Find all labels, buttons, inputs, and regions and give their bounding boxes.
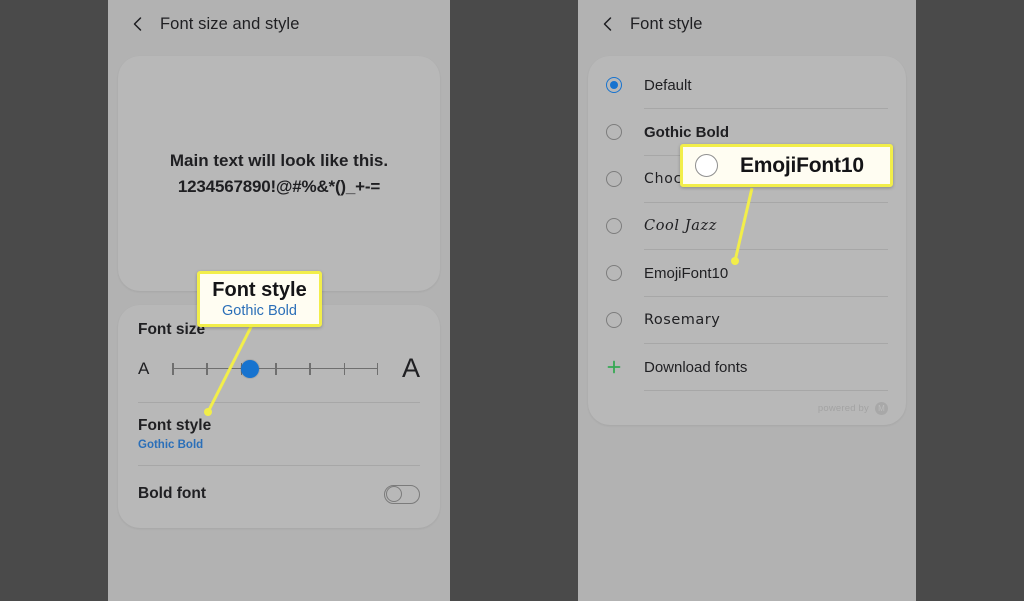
screenshot-root: Font size and style Main text will look … — [0, 0, 1024, 601]
radio-selected-icon[interactable] — [606, 77, 622, 93]
font-option-label: Gothic Bold — [644, 123, 729, 141]
bold-font-row[interactable]: Bold font — [118, 466, 440, 522]
font-option-emojifont10[interactable]: EmojiFont10 — [588, 250, 906, 296]
bold-font-label: Bold font — [138, 485, 207, 502]
slider-thumb[interactable] — [241, 359, 260, 378]
radio-unselected-icon[interactable] — [606, 171, 622, 187]
font-size-min-label: A — [138, 358, 150, 378]
font-style-label: Font style — [138, 417, 212, 434]
monotype-logo-icon: M — [875, 401, 888, 415]
right-panel-header: Font style — [578, 0, 916, 48]
slider-tick — [172, 362, 174, 375]
radio-unselected-icon[interactable] — [606, 312, 622, 328]
slider-tick — [206, 362, 208, 375]
left-page-title: Font size and style — [160, 14, 300, 33]
radio-unselected-icon[interactable] — [606, 124, 622, 140]
font-style-value: Gothic Bold — [138, 439, 204, 451]
toggle-knob — [386, 486, 402, 503]
font-option-label: Cool Jazz — [644, 218, 717, 234]
font-option-rosemary[interactable]: Rosemary — [588, 297, 906, 343]
font-style-row[interactable]: Font style Gothic Bold — [118, 403, 440, 465]
download-fonts-row[interactable]: Download fonts — [588, 344, 906, 390]
font-settings-card: Font size A A Font style Gothic Bold Bol… — [118, 305, 440, 528]
left-callout-title: Font style — [212, 278, 307, 301]
slider-track[interactable] — [172, 357, 378, 381]
right-annotation-callout: EmojiFont10 — [680, 144, 893, 187]
font-option-default[interactable]: Default — [588, 62, 906, 108]
left-panel-header: Font size and style — [108, 0, 450, 48]
download-fonts-label: Download fonts — [644, 358, 748, 376]
radio-unselected-icon — [695, 154, 718, 177]
chevron-left-icon[interactable] — [130, 16, 146, 32]
font-option-label: EmojiFont10 — [644, 264, 729, 282]
radio-unselected-icon[interactable] — [606, 265, 622, 281]
bold-font-toggle[interactable] — [384, 484, 420, 504]
plus-icon — [607, 360, 621, 374]
right-phone-panel: Font style Default Gothic Bold Choco Coo… — [578, 0, 916, 601]
font-size-max-label: A — [401, 353, 420, 383]
chevron-left-icon[interactable] — [600, 16, 616, 32]
font-size-slider[interactable]: A A — [138, 353, 420, 394]
radio-unselected-icon[interactable] — [606, 218, 622, 234]
preview-text-line-2: 1234567890!@#%&*()_+-= — [177, 176, 381, 196]
font-option-cool-jazz[interactable]: Cool Jazz — [588, 203, 906, 249]
right-page-title: Font style — [630, 14, 703, 33]
font-preview-card: Main text will look like this. 123456789… — [118, 56, 440, 291]
left-annotation-callout: Font style Gothic Bold — [197, 271, 322, 327]
font-option-label: Rosemary — [644, 312, 721, 328]
slider-tick — [275, 362, 277, 375]
powered-by-footer: powered by M — [588, 391, 906, 425]
left-callout-subtitle: Gothic Bold — [222, 302, 297, 319]
font-list-card: Default Gothic Bold Choco Cool Jazz Emoj… — [588, 56, 906, 425]
slider-tick — [376, 362, 378, 375]
font-option-label: Default — [644, 76, 692, 94]
preview-text-line-1: Main text will look like this. — [169, 151, 389, 170]
right-callout-title: EmojiFont10 — [740, 153, 864, 177]
slider-tick — [309, 362, 311, 375]
powered-by-text: powered by — [817, 402, 869, 414]
slider-tick — [343, 362, 346, 375]
